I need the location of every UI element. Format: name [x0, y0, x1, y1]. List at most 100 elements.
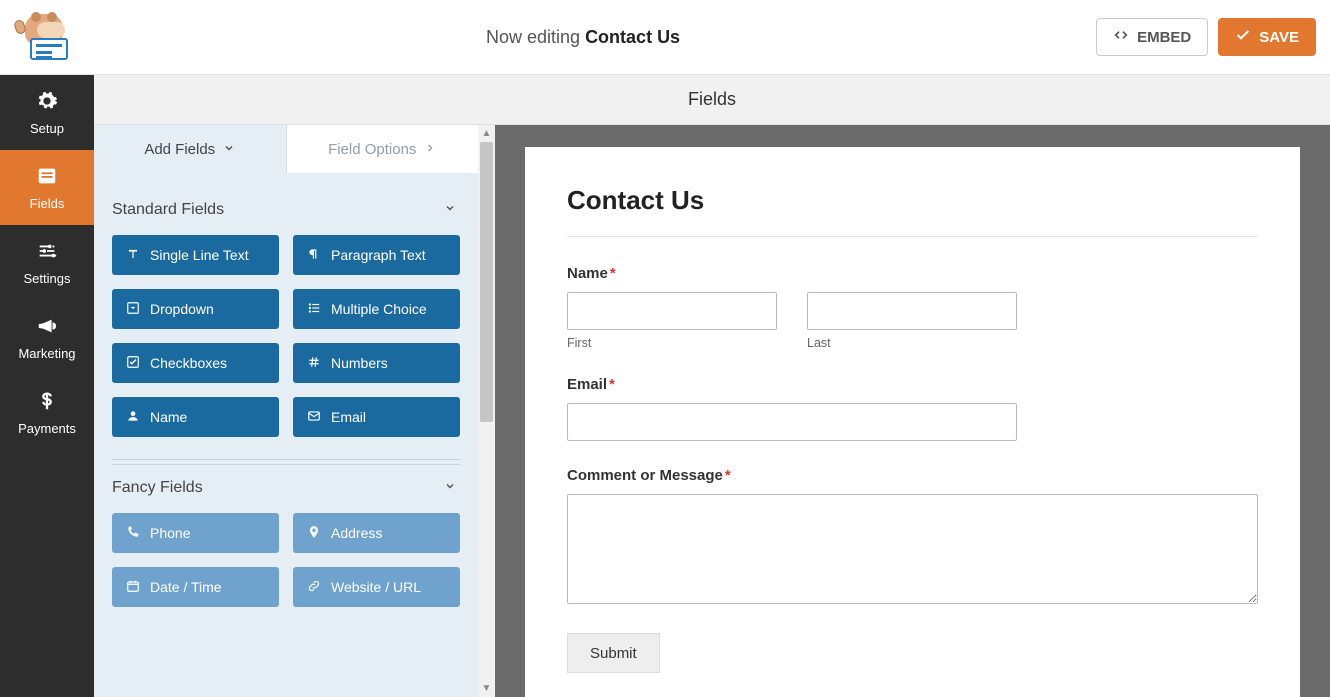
fields-panel: Add Fields Field Options Standard Fields: [94, 125, 478, 697]
calendar-icon: [126, 579, 140, 596]
gear-icon: [36, 90, 58, 115]
field-label: Single Line Text: [150, 247, 249, 263]
envelope-icon: [307, 409, 321, 426]
top-bar: Now editing Contact Us EMBED SAVE: [0, 0, 1330, 75]
embed-label: EMBED: [1137, 29, 1191, 46]
list-icon: [307, 301, 321, 318]
label-text: Email: [567, 376, 607, 393]
check-square-icon: [126, 355, 140, 372]
email-label: Email*: [567, 376, 1258, 393]
first-sublabel: First: [567, 336, 777, 350]
user-icon: [126, 409, 140, 426]
nav-payments[interactable]: Payments: [0, 375, 94, 450]
nav-setup[interactable]: Setup: [0, 75, 94, 150]
field-label: Numbers: [331, 355, 388, 371]
nav-fields[interactable]: Fields: [0, 150, 94, 225]
required-mark: *: [610, 265, 616, 282]
field-label: Email: [331, 409, 366, 425]
embed-button[interactable]: EMBED: [1096, 18, 1208, 56]
nav-payments-label: Payments: [18, 421, 76, 436]
panel-scrollbar[interactable]: ▲ ▼: [478, 125, 495, 697]
nav-settings-label: Settings: [24, 271, 71, 286]
form-icon: [36, 165, 58, 190]
paragraph-icon: [307, 247, 321, 264]
field-label: Checkboxes: [150, 355, 227, 371]
text-icon: [126, 247, 140, 264]
first-name-input[interactable]: [567, 292, 777, 330]
last-sublabel: Last: [807, 336, 1017, 350]
group-fancy-grid: Phone Address Date / Time Website / URL: [112, 513, 460, 629]
form-title: Contact Us: [567, 185, 1258, 237]
form-field-email[interactable]: Email*: [567, 376, 1258, 441]
app-logo: [18, 14, 70, 60]
email-input[interactable]: [567, 403, 1017, 441]
code-icon: [1113, 27, 1129, 47]
label-text: Name: [567, 265, 608, 282]
save-label: SAVE: [1259, 29, 1299, 46]
scroll-up-arrow[interactable]: ▲: [478, 125, 495, 142]
message-textarea[interactable]: [567, 494, 1258, 604]
editing-form-name: Contact Us: [585, 27, 680, 47]
scroll-thumb[interactable]: [480, 142, 493, 422]
field-label: Address: [331, 525, 382, 541]
field-label: Website / URL: [331, 579, 421, 595]
chevron-down-icon: [444, 201, 456, 219]
form-field-name[interactable]: Name* First Last: [567, 265, 1258, 350]
chevron-down-icon: [444, 479, 456, 497]
field-label: Phone: [150, 525, 190, 541]
form-card: Contact Us Name* First Last: [525, 147, 1300, 697]
submit-button[interactable]: Submit: [567, 633, 660, 673]
message-label: Comment or Message*: [567, 467, 1258, 484]
field-paragraph-text[interactable]: Paragraph Text: [293, 235, 460, 275]
top-actions: EMBED SAVE: [1096, 18, 1316, 56]
editing-prefix: Now editing: [486, 27, 585, 47]
group-standard-heading[interactable]: Standard Fields: [112, 193, 460, 235]
save-button[interactable]: SAVE: [1218, 18, 1316, 56]
map-pin-icon: [307, 525, 321, 542]
link-icon: [307, 579, 321, 596]
field-multiple-choice[interactable]: Multiple Choice: [293, 289, 460, 329]
caret-square-icon: [126, 301, 140, 318]
label-text: Comment or Message: [567, 467, 723, 484]
nav-setup-label: Setup: [30, 121, 64, 136]
dollar-icon: [36, 390, 58, 415]
field-phone[interactable]: Phone: [112, 513, 279, 553]
bullhorn-icon: [36, 315, 58, 340]
field-name[interactable]: Name: [112, 397, 279, 437]
required-mark: *: [609, 376, 615, 393]
last-name-input[interactable]: [807, 292, 1017, 330]
form-preview: Contact Us Name* First Last: [495, 125, 1330, 697]
group-fancy-heading[interactable]: Fancy Fields: [112, 464, 460, 513]
field-address[interactable]: Address: [293, 513, 460, 553]
nav-marketing-label: Marketing: [18, 346, 75, 361]
form-field-message[interactable]: Comment or Message*: [567, 467, 1258, 607]
left-nav: Setup Fields Settings Marketing Payments: [0, 75, 94, 697]
field-label: Dropdown: [150, 301, 214, 317]
chevron-down-icon: [223, 141, 235, 158]
tab-add-label: Add Fields: [144, 141, 215, 158]
field-dropdown[interactable]: Dropdown: [112, 289, 279, 329]
field-date-time[interactable]: Date / Time: [112, 567, 279, 607]
field-single-line-text[interactable]: Single Line Text: [112, 235, 279, 275]
chevron-right-icon: [424, 141, 436, 158]
group-standard-grid: Single Line Text Paragraph Text Dropdown…: [112, 235, 460, 460]
group-fancy-label: Fancy Fields: [112, 479, 203, 497]
scroll-down-arrow[interactable]: ▼: [478, 680, 495, 697]
phone-icon: [126, 525, 140, 542]
nav-marketing[interactable]: Marketing: [0, 300, 94, 375]
tab-add-fields[interactable]: Add Fields: [94, 125, 286, 173]
check-icon: [1235, 27, 1251, 47]
field-numbers[interactable]: Numbers: [293, 343, 460, 383]
tab-field-options[interactable]: Field Options: [286, 125, 479, 173]
field-label: Multiple Choice: [331, 301, 427, 317]
tab-options-label: Field Options: [328, 141, 416, 158]
field-checkboxes[interactable]: Checkboxes: [112, 343, 279, 383]
field-label: Paragraph Text: [331, 247, 426, 263]
nav-settings[interactable]: Settings: [0, 225, 94, 300]
field-website-url[interactable]: Website / URL: [293, 567, 460, 607]
nav-fields-label: Fields: [30, 196, 65, 211]
editing-title: Now editing Contact Us: [70, 27, 1096, 48]
field-email[interactable]: Email: [293, 397, 460, 437]
name-label: Name*: [567, 265, 1258, 282]
field-label: Name: [150, 409, 187, 425]
